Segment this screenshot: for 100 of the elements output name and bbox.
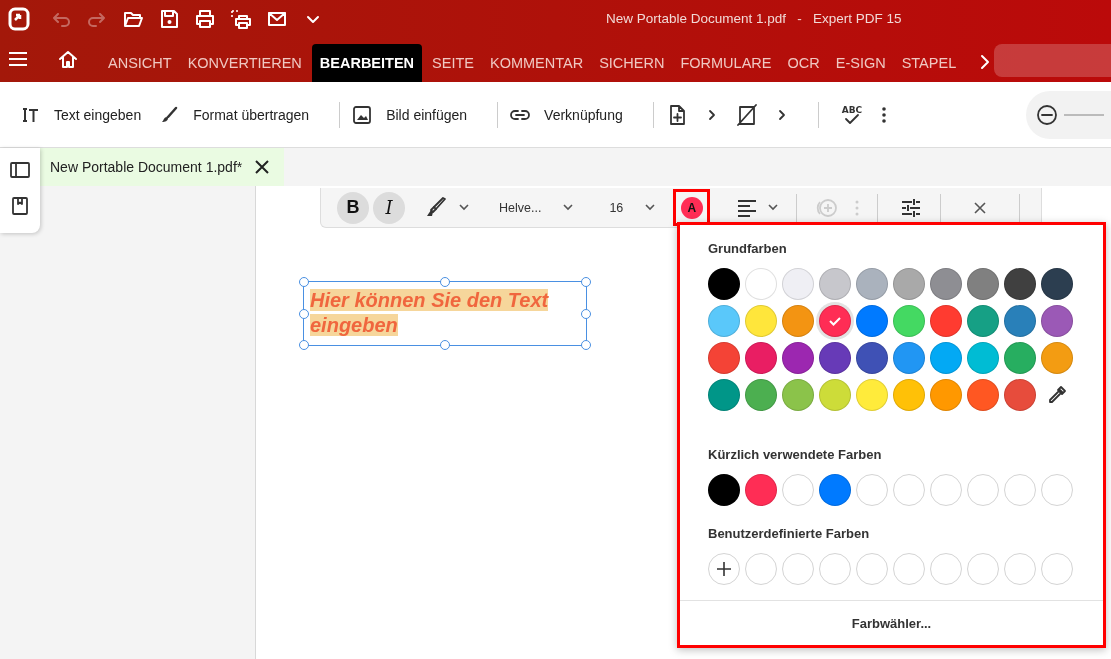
color-swatch[interactable] xyxy=(708,342,740,374)
add-color-button[interactable] xyxy=(708,553,740,585)
resize-handle[interactable] xyxy=(440,340,450,350)
empty-swatch xyxy=(967,553,999,585)
close-icon[interactable] xyxy=(254,159,271,175)
color-swatch[interactable] xyxy=(893,268,925,300)
resize-handle[interactable] xyxy=(581,340,591,350)
resize-handle[interactable] xyxy=(299,340,309,350)
color-swatch[interactable] xyxy=(1004,305,1036,337)
color-swatch[interactable] xyxy=(893,379,925,411)
ribbon-tab[interactable]: FORMULARE xyxy=(672,44,780,82)
close-icon[interactable] xyxy=(973,200,988,215)
color-swatch[interactable] xyxy=(1004,379,1036,411)
more-options-icon[interactable] xyxy=(880,105,887,124)
home-icon[interactable] xyxy=(58,49,78,69)
crop-page-icon[interactable] xyxy=(735,103,758,126)
color-swatch[interactable] xyxy=(1041,342,1073,374)
color-picker-button[interactable]: Farbwähler... xyxy=(680,601,1103,645)
color-swatch[interactable] xyxy=(782,379,814,411)
size-dropdown[interactable]: 16 xyxy=(609,200,656,215)
color-swatch[interactable] xyxy=(745,268,777,300)
menu-icon[interactable] xyxy=(8,51,28,67)
resize-handle[interactable] xyxy=(440,277,450,287)
color-swatch[interactable] xyxy=(930,305,962,337)
ribbon-tab[interactable]: SICHERN xyxy=(591,44,673,82)
bold-button[interactable]: B xyxy=(337,191,369,224)
empty-swatch xyxy=(893,553,925,585)
zoom-out-icon[interactable] xyxy=(1036,103,1058,126)
empty-swatch xyxy=(967,474,999,506)
tool-label: Bild einfügen xyxy=(386,106,468,123)
color-swatch[interactable] xyxy=(819,474,851,506)
color-swatch[interactable] xyxy=(745,474,777,506)
color-swatch[interactable] xyxy=(1041,305,1073,337)
color-swatch[interactable] xyxy=(856,268,888,300)
chevron-right-icon[interactable] xyxy=(777,108,786,121)
resize-handle[interactable] xyxy=(299,308,309,319)
color-swatch[interactable] xyxy=(893,342,925,374)
sliders-icon[interactable] xyxy=(900,197,923,218)
color-swatch[interactable] xyxy=(967,305,999,337)
color-swatch[interactable] xyxy=(967,342,999,374)
text-color-button[interactable]: A xyxy=(673,189,711,226)
resize-handle[interactable] xyxy=(581,308,591,319)
color-swatch[interactable] xyxy=(819,342,851,374)
ribbon-tab[interactable]: KOMMENTAR xyxy=(482,44,592,82)
caret-icon[interactable] xyxy=(459,203,469,212)
color-swatch[interactable] xyxy=(745,342,777,374)
color-swatch[interactable] xyxy=(856,342,888,374)
color-swatch[interactable] xyxy=(930,379,962,411)
save-icon[interactable] xyxy=(158,7,180,30)
color-swatch[interactable] xyxy=(782,342,814,374)
color-swatch[interactable] xyxy=(967,268,999,300)
chevron-right-icon[interactable] xyxy=(707,108,716,121)
color-swatch[interactable] xyxy=(745,379,777,411)
color-swatch[interactable] xyxy=(708,305,740,337)
paintbrush-icon xyxy=(159,104,180,125)
sidebar-icon[interactable] xyxy=(10,160,30,180)
printer-icon[interactable] xyxy=(194,7,216,30)
print-area-icon[interactable] xyxy=(230,7,252,30)
color-swatch[interactable] xyxy=(930,342,962,374)
ribbon-tab[interactable]: ANSICHT xyxy=(100,44,180,82)
ribbon-tab[interactable]: E-SIGN xyxy=(827,44,894,82)
ribbon-tab[interactable]: BEARBEITEN xyxy=(311,44,423,82)
resize-handle[interactable] xyxy=(299,277,309,287)
italic-button[interactable]: I xyxy=(373,191,405,224)
color-swatch[interactable] xyxy=(782,268,814,300)
color-swatch[interactable] xyxy=(782,305,814,337)
color-swatch[interactable] xyxy=(1004,268,1036,300)
section-title: Benutzerdefinierte Farben xyxy=(708,526,871,541)
ribbon-tab[interactable]: KONVERTIEREN xyxy=(179,44,310,82)
tool-button[interactable]: Verknüpfung xyxy=(510,104,641,125)
color-swatch[interactable] xyxy=(967,379,999,411)
ribbon-tab[interactable]: STAPEL xyxy=(893,44,965,82)
color-swatch[interactable] xyxy=(708,268,740,300)
empty-swatch xyxy=(745,553,777,585)
tool-label: Verknüpfung xyxy=(544,106,623,123)
color-swatch[interactable] xyxy=(893,305,925,337)
font-dropdown[interactable]: Helve... xyxy=(499,200,574,215)
color-swatch[interactable] xyxy=(856,379,888,411)
color-swatch[interactable] xyxy=(708,379,740,411)
color-swatch[interactable] xyxy=(819,268,851,300)
ribbon-tab[interactable]: OCR xyxy=(779,44,828,82)
color-swatch[interactable] xyxy=(819,305,851,337)
color-swatch[interactable] xyxy=(856,305,888,337)
color-swatch[interactable] xyxy=(1004,342,1036,374)
resize-handle[interactable] xyxy=(581,277,591,287)
color-swatch[interactable] xyxy=(708,474,740,506)
tool-button[interactable]: Text eingeben xyxy=(20,104,160,125)
eyedropper-icon[interactable] xyxy=(1046,384,1068,406)
color-swatch[interactable] xyxy=(1041,268,1073,300)
empty-swatch xyxy=(856,474,888,506)
color-swatch[interactable] xyxy=(930,268,962,300)
color-swatch[interactable] xyxy=(819,379,851,411)
document-tab[interactable]: New Portable Document 1.pdf* xyxy=(40,148,285,186)
color-swatch[interactable] xyxy=(745,305,777,337)
ribbon-tab[interactable]: SEITE xyxy=(424,44,482,82)
bookmark-icon[interactable] xyxy=(10,196,30,216)
tool-button[interactable]: Format übertragen xyxy=(159,104,328,125)
align-left-icon[interactable] xyxy=(736,197,759,218)
caret-icon[interactable] xyxy=(768,203,779,212)
tool-button[interactable]: Bild einfügen xyxy=(352,104,486,125)
